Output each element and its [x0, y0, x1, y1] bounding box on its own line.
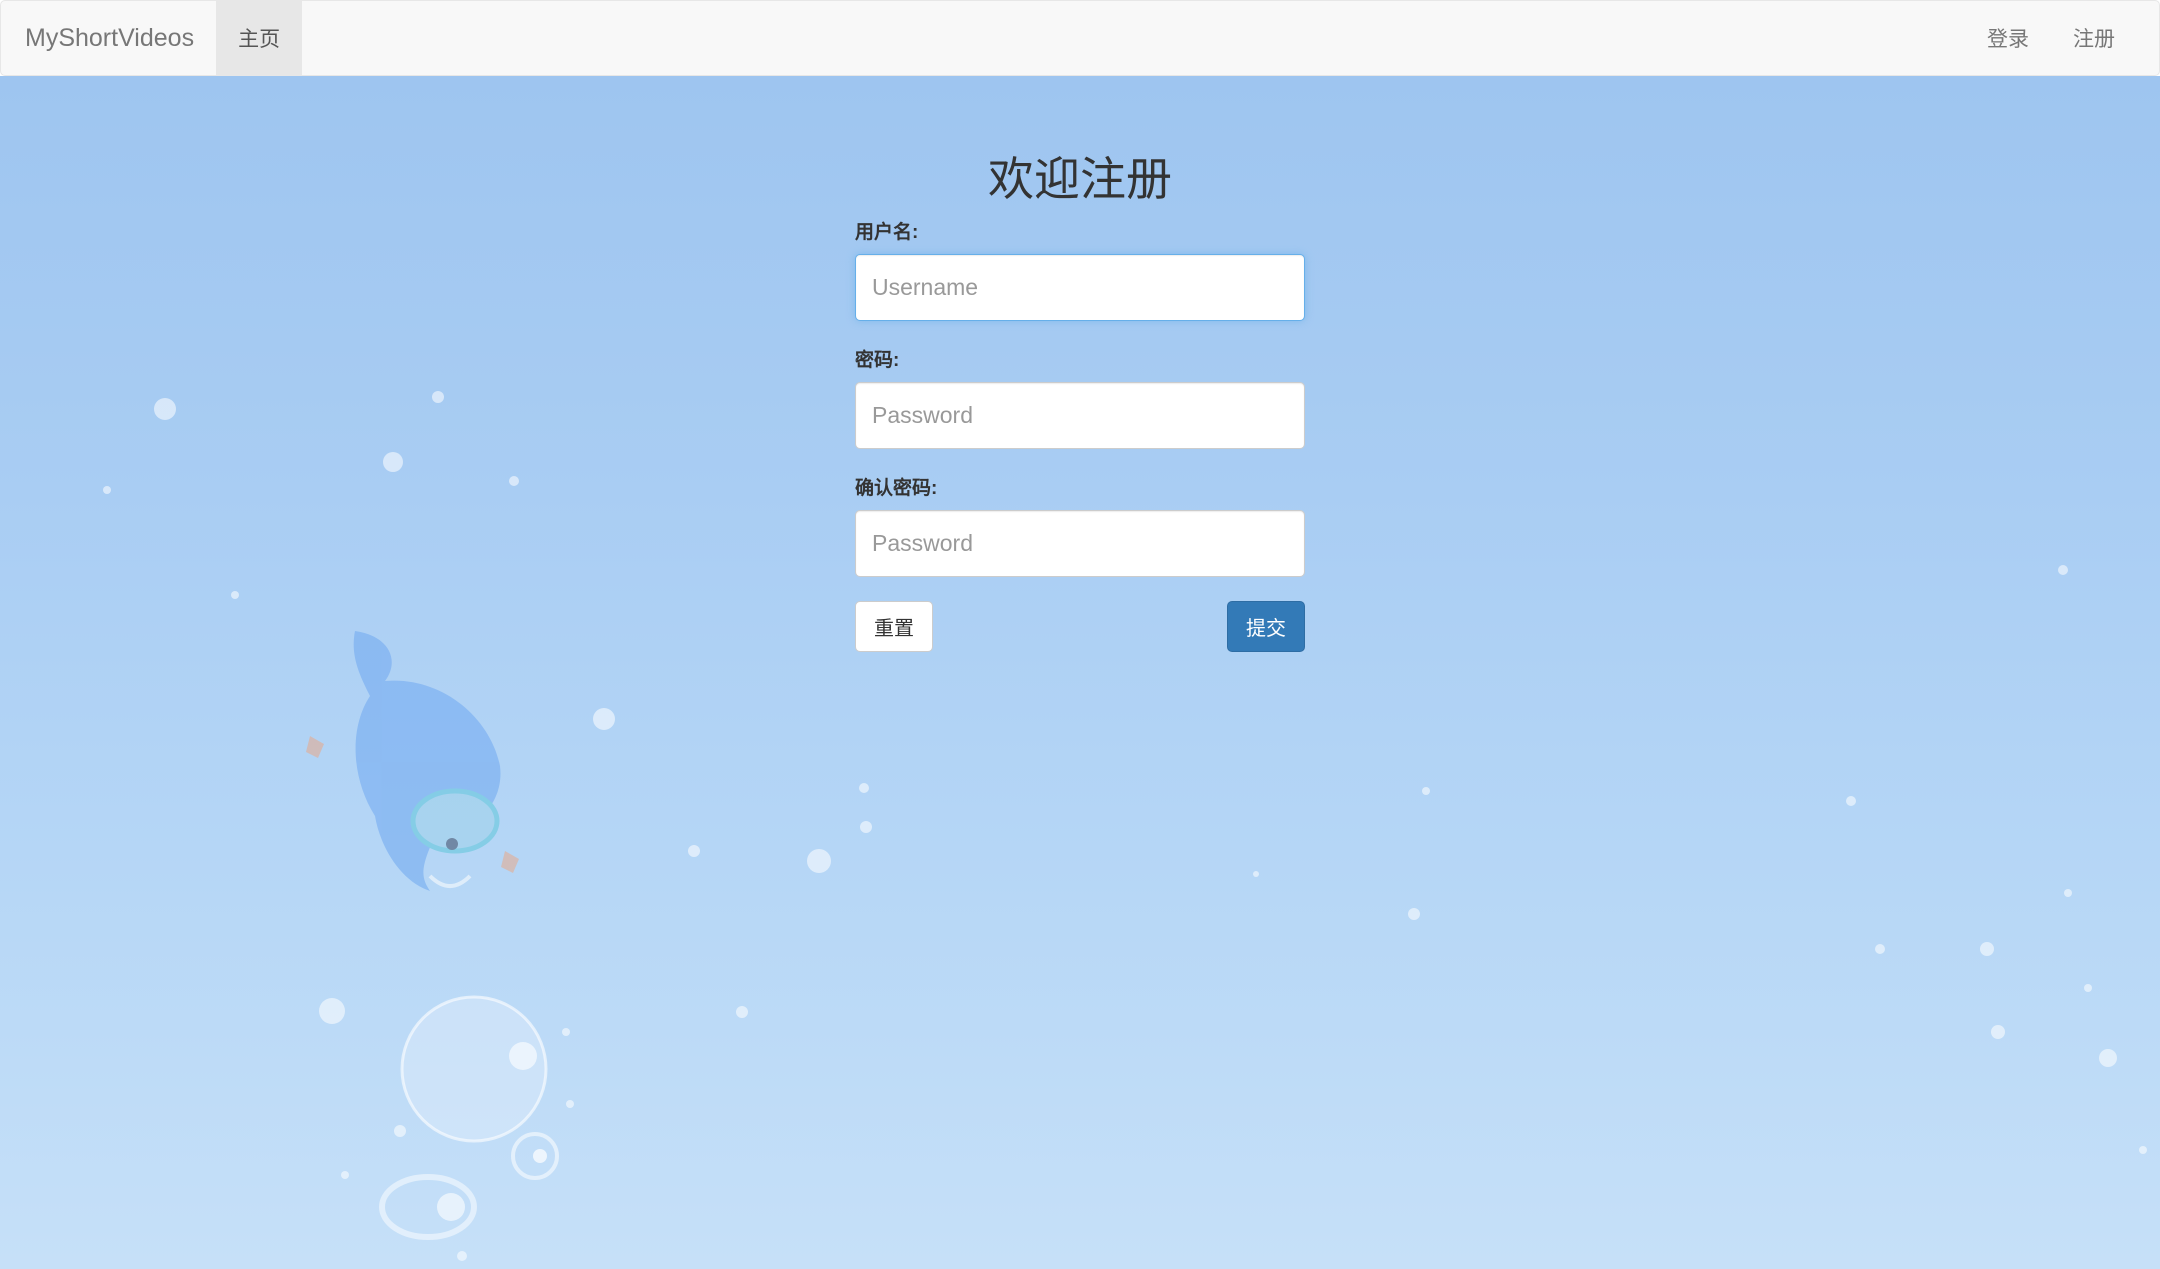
- confirm-password-input[interactable]: [855, 509, 1305, 577]
- confirm-password-group: 确认密码:: [855, 473, 1305, 577]
- password-label: 密码:: [855, 349, 900, 371]
- nav-register[interactable]: 注册: [2051, 1, 2137, 75]
- top-navbar: MyShortVideos 主页 登录 注册: [0, 0, 2160, 76]
- nav-right: 登录 注册: [1965, 1, 2159, 75]
- password-input[interactable]: [855, 381, 1305, 449]
- confirm-password-label: 确认密码:: [855, 477, 938, 499]
- page-title: 欢迎注册: [988, 152, 1172, 206]
- nav-left: 主页: [216, 1, 303, 75]
- diver-dolphin-illustration: [306, 631, 519, 891]
- submit-button[interactable]: 提交: [1227, 600, 1305, 652]
- register-form: 欢迎注册 用户名: 密码: 确认密码: 重置 提交: [855, 76, 1305, 652]
- nav-login[interactable]: 登录: [1965, 1, 2051, 75]
- large-bubble-icon: [379, 995, 559, 1240]
- form-buttons: 重置 提交: [855, 600, 1305, 652]
- username-input[interactable]: [855, 253, 1305, 321]
- username-group: 用户名:: [855, 217, 1305, 321]
- nav-home[interactable]: 主页: [216, 1, 303, 75]
- brand-link[interactable]: MyShortVideos: [1, 1, 216, 75]
- password-group: 密码:: [855, 345, 1305, 449]
- reset-button[interactable]: 重置: [855, 600, 933, 652]
- username-label: 用户名:: [855, 221, 919, 243]
